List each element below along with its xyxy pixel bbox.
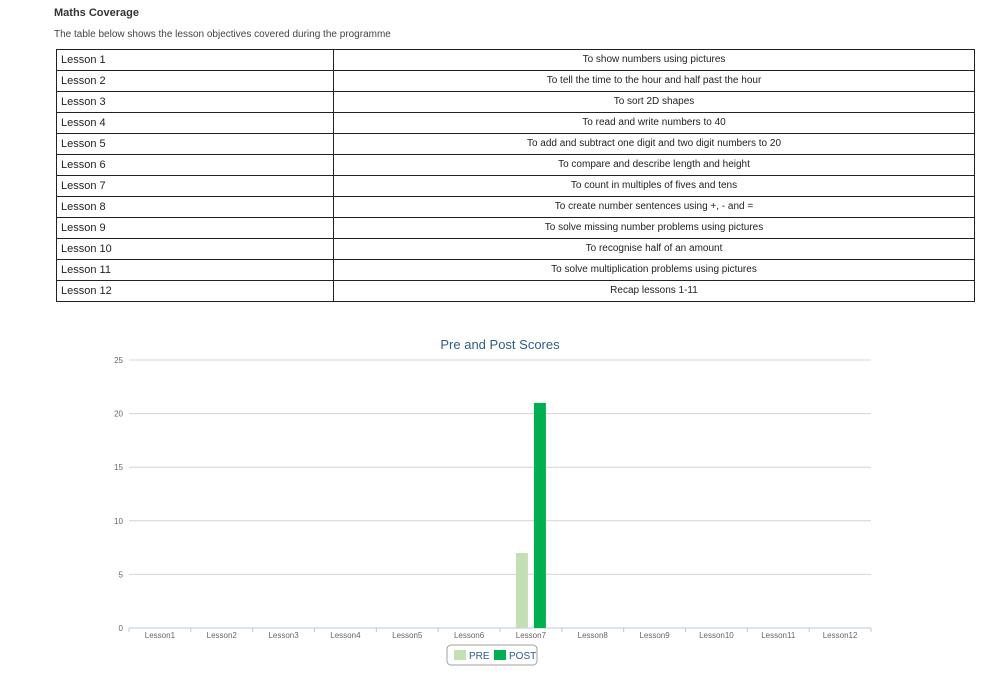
lesson-cell: Lesson 9 (56, 217, 334, 239)
legend-label-post: POST (509, 651, 536, 662)
table-row: Lesson 4 To read and write numbers to 40 (56, 112, 975, 134)
x-tick-label: Lesson12 (823, 631, 858, 640)
lesson-cell: Lesson 5 (56, 133, 334, 155)
lesson-cell: Lesson 3 (56, 91, 334, 113)
y-tick-label: 0 (119, 624, 124, 633)
lesson-cell: Lesson 7 (56, 175, 334, 197)
x-tick-label: Lesson8 (578, 631, 609, 640)
lesson-cell: Lesson 1 (56, 49, 334, 71)
x-tick-label: Lesson3 (268, 631, 299, 640)
objective-cell: To count in multiples of fives and tens (333, 175, 975, 197)
table-row: Lesson 5 To add and subtract one digit an… (56, 133, 975, 155)
bar-post (533, 402, 546, 628)
objective-cell: To solve multiplication problems using p… (333, 259, 975, 281)
table-row: Lesson 11 To solve multiplication problem… (56, 259, 975, 281)
x-tick-label: Lesson10 (699, 631, 734, 640)
y-tick-label: 20 (114, 410, 123, 419)
chart-svg: Pre and Post Scores 0 5 10 15 20 25 Lesson1 Less… (114, 337, 872, 666)
table-row: Lesson 1 To show numbers using pictures (56, 49, 975, 71)
lesson-cell: Lesson 4 (56, 112, 334, 134)
x-tick-label: Lesson5 (392, 631, 423, 640)
objective-cell: To solve missing number problems using p… (333, 217, 975, 239)
table-row: Lesson 2 To tell the time to the hour and… (56, 70, 975, 92)
section-heading: Maths Coverage (54, 7, 139, 19)
lesson-cell: Lesson 12 (56, 280, 334, 302)
table-row: Lesson 9 To solve missing number problems… (56, 217, 975, 239)
chart-title: Pre and Post Scores (440, 337, 560, 352)
x-tick-label: Lesson2 (207, 631, 238, 640)
bar-pre (515, 552, 528, 628)
table-row: Lesson 12 Recap lessons 1-11 (56, 280, 975, 302)
table-row: Lesson 7 To count in multiples of fives a… (56, 175, 975, 197)
legend-swatch-pre (454, 650, 466, 660)
y-tick-label: 25 (114, 356, 123, 365)
intro-text: The table below shows the lesson objecti… (54, 29, 391, 40)
objective-cell: Recap lessons 1-11 (333, 280, 975, 302)
table-row: Lesson 10 To recognise half of an amount (56, 238, 975, 260)
objective-cell: To read and write numbers to 40 (333, 112, 975, 134)
x-tick-label: Lesson11 (761, 631, 796, 640)
legend-swatch-post (494, 650, 506, 660)
table-row: Lesson 3 To sort 2D shapes (56, 91, 975, 113)
x-tick-label: Lesson9 (639, 631, 670, 640)
objective-cell: To compare and describe length and heigh… (333, 154, 975, 176)
x-tick-label: Lesson6 (454, 631, 485, 640)
legend-label-pre: PRE (469, 651, 490, 662)
y-tick-label: 10 (114, 517, 123, 526)
objective-cell: To tell the time to the hour and half pa… (333, 70, 975, 92)
lesson-cell: Lesson 2 (56, 70, 334, 92)
table-row: Lesson 8 To create number sentences using… (56, 196, 975, 218)
y-tick-label: 5 (119, 570, 124, 579)
table-row: Lesson 6 To compare and describe length a… (56, 154, 975, 176)
lesson-cell: Lesson 6 (56, 154, 334, 176)
y-tick-label: 15 (114, 463, 123, 472)
objective-cell: To create number sentences using +, - an… (333, 196, 975, 218)
lesson-cell: Lesson 8 (56, 196, 334, 218)
lesson-objectives-table: Lesson 1 To show numbers using pictures Le… (56, 49, 975, 302)
x-tick-label: Lesson7 (516, 631, 547, 640)
x-tick-label: Lesson1 (145, 631, 176, 640)
x-tick-label: Lesson4 (330, 631, 361, 640)
objective-cell: To sort 2D shapes (333, 91, 975, 113)
objective-cell: To recognise half of an amount (333, 238, 975, 260)
lesson-cell: Lesson 11 (56, 259, 334, 281)
pre-post-chart: Pre and Post Scores 0 5 10 15 20 25 Lesson1 Less… (0, 330, 988, 676)
lesson-cell: Lesson 10 (56, 238, 334, 260)
objective-cell: To show numbers using pictures (333, 49, 975, 71)
objective-cell: To add and subtract one digit and two di… (333, 133, 975, 155)
